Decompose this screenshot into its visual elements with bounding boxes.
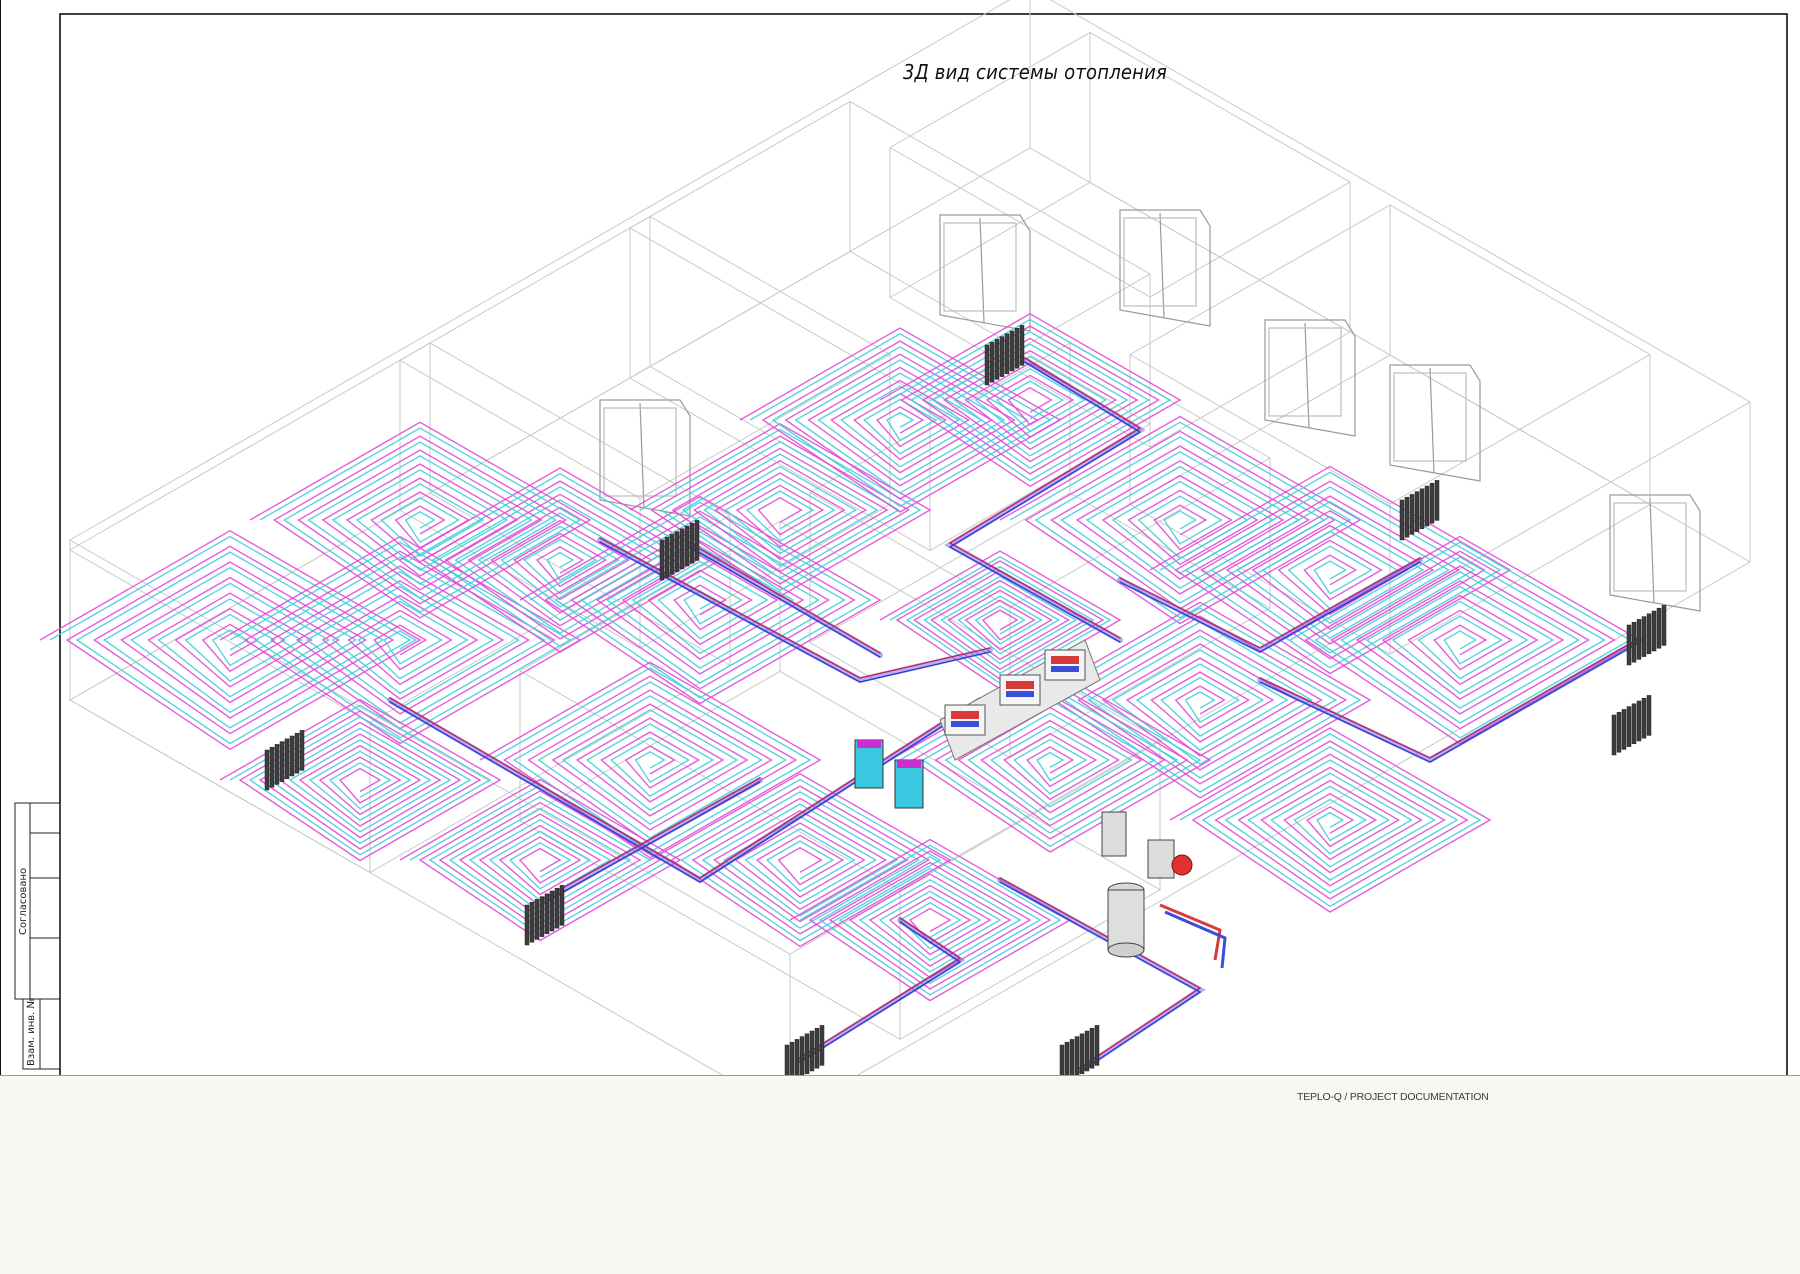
floor-heating-loops [39, 312, 1642, 1002]
agreed-label: Согласовано [18, 867, 29, 935]
heating-3d-view [0, 0, 1788, 1075]
inv-number-label: Взам. инв. № [26, 998, 37, 1066]
page-footer: TEPLO-Q / PROJECT DOCUMENTATION [0, 1075, 1800, 1274]
drawing-sheet: 3Д вид системы отопления Согласовано Вза… [0, 0, 1800, 1075]
sheet-frame [59, 13, 1788, 1075]
title-block-stamp [14, 802, 61, 1070]
footer-text: TEPLO-Q / PROJECT DOCUMENTATION [1297, 1091, 1489, 1103]
